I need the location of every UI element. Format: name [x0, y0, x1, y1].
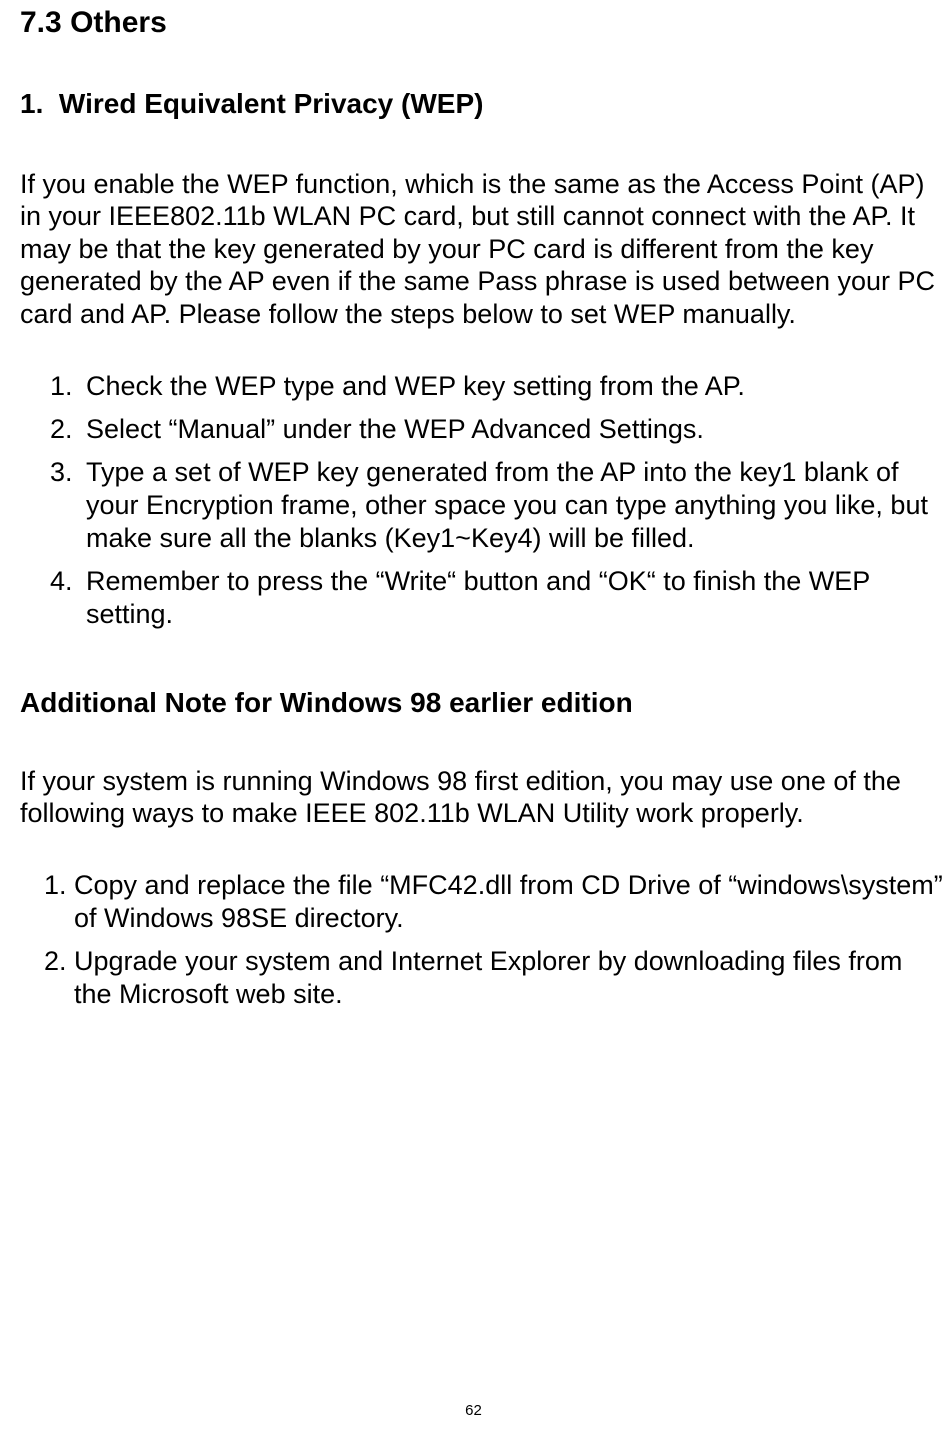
wep-steps-list: Check the WEP type and WEP key setting f…	[20, 370, 947, 631]
win98-steps-list: Copy and replace the file “MFC42.dll fro…	[20, 869, 947, 1011]
list-item: Upgrade your system and Internet Explore…	[74, 945, 947, 1011]
subsection-heading: 1. Wired Equivalent Privacy (WEP)	[20, 88, 947, 120]
list-item: Remember to press the “Write“ button and…	[80, 565, 947, 631]
intro-paragraph: If you enable the WEP function, which is…	[20, 168, 947, 330]
subsection-number: 1.	[20, 88, 43, 119]
additional-note-heading: Additional Note for Windows 98 earlier e…	[20, 687, 947, 719]
subsection-title: Wired Equivalent Privacy (WEP)	[59, 88, 484, 119]
document-page: 7.3 Others 1. Wired Equivalent Privacy (…	[0, 0, 947, 1011]
list-item: Check the WEP type and WEP key setting f…	[80, 370, 947, 403]
list-item: Type a set of WEP key generated from the…	[80, 456, 947, 555]
list-item: Copy and replace the file “MFC42.dll fro…	[74, 869, 947, 935]
section-heading: 7.3 Others	[20, 6, 947, 40]
page-number: 62	[0, 1402, 947, 1419]
section-number: 7.3	[20, 6, 62, 39]
additional-note-intro: If your system is running Windows 98 fir…	[20, 765, 947, 830]
list-item: Select “Manual” under the WEP Advanced S…	[80, 413, 947, 446]
section-title-text: Others	[70, 6, 167, 39]
